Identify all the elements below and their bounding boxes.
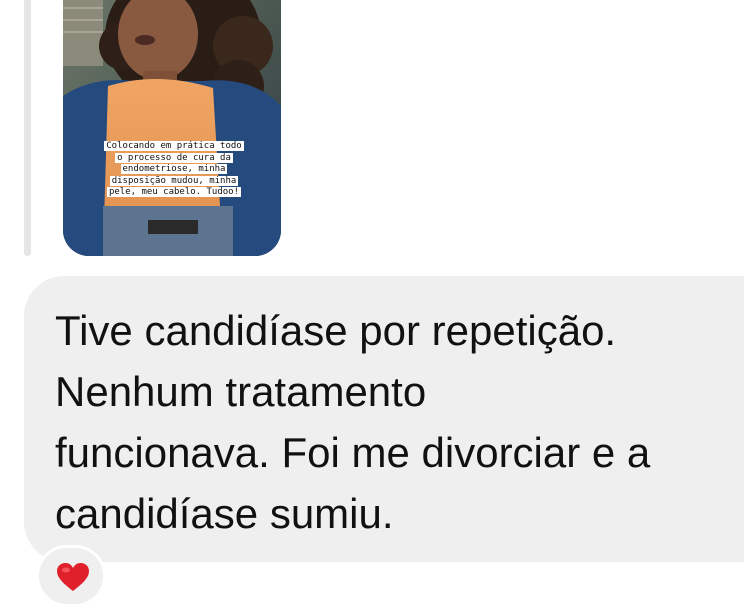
red-heart-icon bbox=[57, 563, 89, 591]
reaction-badge[interactable] bbox=[36, 545, 106, 607]
story-caption-line: endometriose, minha bbox=[120, 164, 228, 174]
story-photo bbox=[63, 0, 281, 256]
story-caption-line: pele, meu cabelo. Tudoo! bbox=[106, 187, 242, 197]
message-line: candidíase sumiu. bbox=[55, 490, 394, 537]
message-line: Tive candidíase por repetição. bbox=[55, 307, 617, 354]
story-caption-line: disposição mudou, minha bbox=[109, 175, 239, 186]
story-caption-line: o processo de cura da bbox=[115, 152, 233, 163]
story-caption-line: Colocando em prática todo bbox=[104, 141, 244, 151]
message-line: Nenhum tratamento bbox=[55, 368, 427, 415]
story-reply-thumbnail[interactable]: Colocando em prática todo o processo de … bbox=[63, 0, 281, 256]
chat-view: Colocando em prática todo o processo de … bbox=[0, 0, 744, 611]
message-line: funcionava. Foi me divorciar e a bbox=[55, 429, 651, 476]
message-text: Tive candidíase por repetição. Nenhum tr… bbox=[55, 300, 744, 544]
story-caption: Colocando em prática todo o processo de … bbox=[89, 141, 259, 199]
reply-quote-bar bbox=[24, 0, 31, 256]
